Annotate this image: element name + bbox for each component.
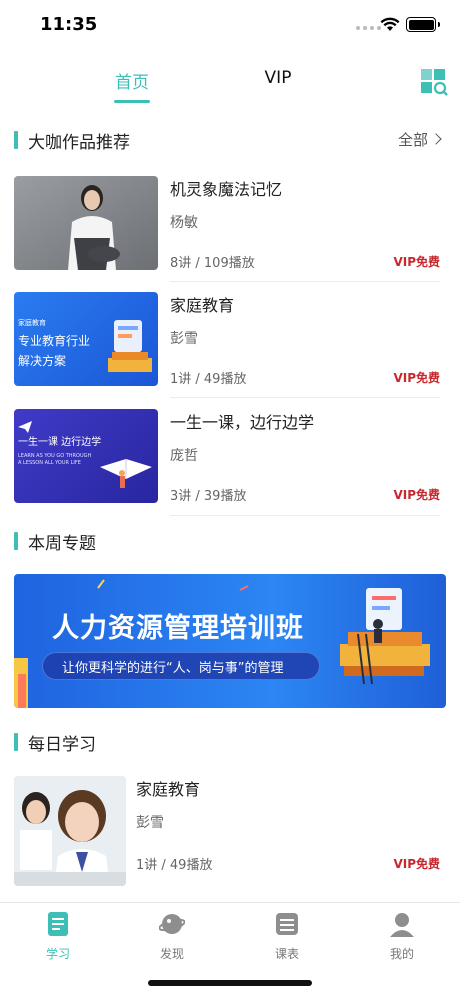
view-all-label: 全部 bbox=[397, 131, 428, 149]
planet-icon bbox=[158, 914, 186, 934]
course-stats: 1讲 / 49播放 bbox=[136, 858, 213, 873]
vip-free-badge: VIP免费 bbox=[393, 857, 440, 871]
nav-tab-profile[interactable]: 我的 bbox=[362, 911, 442, 962]
nav-tab-study[interactable]: 学习 bbox=[18, 911, 98, 962]
course-author: 庞哲 bbox=[170, 448, 198, 464]
category-search-icon[interactable] bbox=[420, 68, 448, 96]
course-stats: 3讲 / 39播放 bbox=[170, 489, 247, 504]
course-author: 杨敏 bbox=[170, 215, 198, 231]
course-item[interactable]: 机灵象魔法记忆 杨敏 8讲 / 109播放 VIP免费 bbox=[14, 176, 446, 272]
vip-free-badge: VIP免费 bbox=[393, 488, 440, 502]
thumbnail-illustration bbox=[108, 320, 152, 372]
banner-subtitle: 让你更科学的进行“人、岗与事”的管理 bbox=[62, 661, 284, 676]
thumbnail-illustration bbox=[100, 459, 152, 488]
thumbnail-line-3: A LESSON ALL YOUR LIFE bbox=[18, 460, 81, 466]
divider bbox=[170, 281, 440, 282]
top-tab-bar: 首页 VIP bbox=[0, 68, 460, 108]
weekly-section-header: 本周专题 bbox=[0, 529, 460, 555]
course-stats: 8讲 / 109播放 bbox=[170, 256, 255, 271]
banner-title: 人力资源管理培训班 bbox=[52, 613, 304, 644]
course-title: 家庭教育 bbox=[136, 780, 201, 799]
profile-icon bbox=[390, 913, 414, 937]
thumbnail-line-1: 专业教育行业 bbox=[18, 334, 91, 348]
featured-section-header: 大咖作品推荐 全部 bbox=[0, 128, 460, 154]
tab-vip[interactable]: VIP bbox=[258, 68, 298, 88]
divider bbox=[170, 397, 440, 398]
active-tab-indicator bbox=[114, 100, 150, 103]
section-accent-bar bbox=[14, 733, 18, 751]
course-item[interactable]: 家庭教育 专业教育行业 解决方案 家庭教育 彭雪 1讲 / 49播放 VIP免费 bbox=[14, 292, 446, 388]
wifi-icon bbox=[380, 17, 400, 31]
course-item[interactable]: 家庭教育 彭雪 1讲 / 49播放 VIP免费 bbox=[14, 776, 446, 886]
daily-section-title: 每日学习 bbox=[28, 735, 96, 755]
cellular-signal-icon bbox=[356, 26, 381, 30]
daily-section-header: 每日学习 bbox=[0, 730, 460, 756]
schedule-icon bbox=[276, 913, 298, 935]
paper-plane-icon bbox=[18, 421, 32, 433]
section-accent-bar bbox=[14, 131, 18, 149]
weekly-topic-banner[interactable]: 人力资源管理培训班 让你更科学的进行“人、岗与事”的管理 bbox=[14, 574, 446, 708]
course-thumbnail bbox=[14, 776, 126, 886]
home-indicator[interactable] bbox=[148, 980, 312, 986]
tab-home[interactable]: 首页 bbox=[110, 68, 154, 103]
course-item[interactable]: 一生一课 边行边学 LEARN AS YOU GO THROUGH A LESS… bbox=[14, 409, 446, 505]
nav-tab-label: 课表 bbox=[274, 947, 299, 961]
course-thumbnail: 家庭教育 专业教育行业 解决方案 bbox=[14, 292, 158, 386]
weekly-section-title: 本周专题 bbox=[28, 534, 96, 554]
notebook-icon bbox=[48, 912, 68, 936]
tab-vip-label: VIP bbox=[264, 68, 292, 88]
vip-free-badge: VIP免费 bbox=[393, 255, 440, 269]
thumbnail-line-2: 解决方案 bbox=[18, 354, 67, 368]
status-bar: 11:35 bbox=[0, 0, 460, 50]
nav-tab-discover[interactable]: 发现 bbox=[132, 911, 212, 962]
nav-tab-label: 发现 bbox=[159, 947, 184, 961]
course-title: 一生一课，边行边学 bbox=[170, 413, 315, 432]
thumbnail-line-2: LEARN AS YOU GO THROUGH bbox=[18, 453, 92, 459]
course-title: 家庭教育 bbox=[170, 296, 235, 315]
chevron-right-icon bbox=[430, 133, 442, 145]
course-thumbnail bbox=[14, 176, 158, 270]
thumbnail-line-1: 一生一课 边行边学 bbox=[18, 437, 102, 448]
course-thumbnail: 一生一课 边行边学 LEARN AS YOU GO THROUGH A LESS… bbox=[14, 409, 158, 503]
course-stats: 1讲 / 49播放 bbox=[170, 372, 247, 387]
course-author: 彭雪 bbox=[136, 815, 164, 831]
course-author: 彭雪 bbox=[170, 331, 198, 347]
nav-tab-label: 我的 bbox=[389, 947, 414, 961]
featured-section-title: 大咖作品推荐 bbox=[28, 133, 130, 153]
view-all-button[interactable]: 全部 bbox=[397, 129, 442, 150]
course-title: 机灵象魔法记忆 bbox=[170, 180, 283, 199]
section-accent-bar bbox=[14, 532, 18, 550]
divider bbox=[170, 515, 440, 516]
battery-icon bbox=[406, 17, 440, 32]
nav-tab-schedule[interactable]: 课表 bbox=[247, 911, 327, 962]
nav-tab-label: 学习 bbox=[45, 947, 70, 961]
tab-home-label: 首页 bbox=[115, 73, 149, 93]
thumbnail-tag-text: 家庭教育 bbox=[18, 319, 46, 327]
vip-free-badge: VIP免费 bbox=[393, 371, 440, 385]
status-time: 11:35 bbox=[40, 14, 98, 35]
